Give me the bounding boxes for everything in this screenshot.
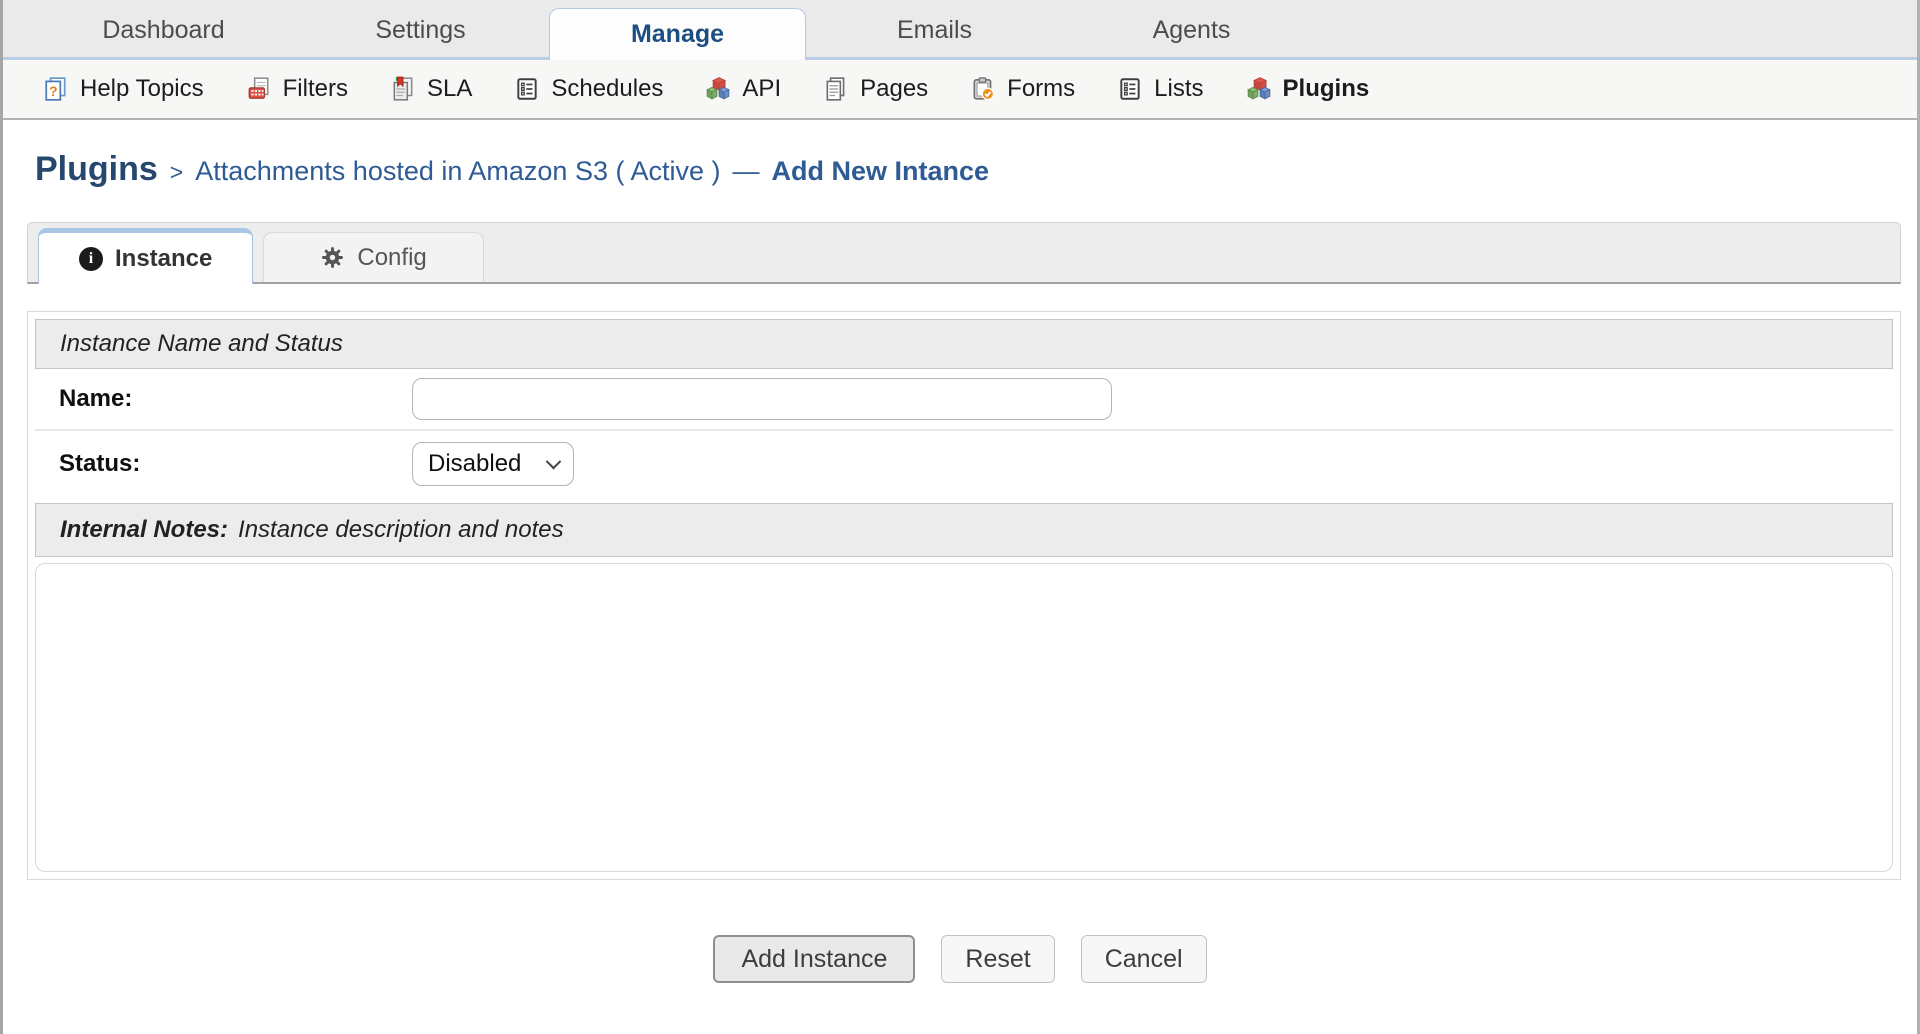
subnav-item-filters[interactable]: Filters xyxy=(246,75,348,103)
subnav-label: SLA xyxy=(427,75,472,103)
breadcrumb-dash: — xyxy=(733,156,760,187)
help-topics-icon: ? xyxy=(43,76,69,102)
subnav-item-plugins[interactable]: Plugins xyxy=(1246,75,1370,103)
subnav-label: Schedules xyxy=(551,75,663,103)
info-icon: i xyxy=(79,247,103,271)
subnav-item-api[interactable]: API xyxy=(705,75,781,103)
gear-icon xyxy=(320,245,345,270)
breadcrumb-section-link[interactable]: Plugins xyxy=(35,150,158,189)
tab-settings[interactable]: Settings xyxy=(292,0,549,60)
status-row: Status: Disabled xyxy=(35,431,1893,497)
internal-notes-textarea[interactable] xyxy=(35,563,1893,872)
status-select[interactable]: Disabled xyxy=(412,442,574,486)
subnav-item-sla[interactable]: SLA xyxy=(390,75,472,103)
form-actions: Add Instance Reset Cancel xyxy=(3,935,1917,983)
name-input[interactable] xyxy=(412,378,1112,420)
breadcrumb: Plugins > Attachments hosted in Amazon S… xyxy=(35,150,1917,196)
chevron-down-icon xyxy=(546,453,562,469)
tab-instance-label: Instance xyxy=(115,245,212,273)
subnav-label: Help Topics xyxy=(80,75,204,103)
tab-dashboard[interactable]: Dashboard xyxy=(35,0,292,60)
forms-icon xyxy=(970,76,996,102)
reset-button[interactable]: Reset xyxy=(941,935,1054,983)
subnav-label: Plugins xyxy=(1283,75,1370,103)
subnav-item-schedules[interactable]: Schedules xyxy=(514,75,663,103)
subnav-label: Lists xyxy=(1154,75,1203,103)
instance-form: Instance Name and Status Name: Status: D… xyxy=(27,311,1901,880)
tab-config-label: Config xyxy=(357,244,426,272)
plugins-icon xyxy=(1246,76,1272,102)
section-title: Instance Name and Status xyxy=(60,330,343,358)
add-instance-button[interactable]: Add Instance xyxy=(713,935,915,983)
status-label: Status: xyxy=(35,450,412,478)
subnav-item-lists[interactable]: Lists xyxy=(1117,75,1203,103)
sub-nav: ? Help Topics Filters xyxy=(3,60,1917,120)
status-select-value: Disabled xyxy=(428,450,521,478)
tab-instance[interactable]: i Instance xyxy=(38,228,253,284)
subnav-label: Pages xyxy=(860,75,928,103)
admin-page: Dashboard Settings Manage Emails Agents … xyxy=(0,0,1920,1034)
filters-icon xyxy=(246,76,272,102)
svg-text:?: ? xyxy=(49,83,58,99)
lists-icon xyxy=(1117,76,1143,102)
breadcrumb-separator: > xyxy=(170,159,183,186)
content-tab-strip: i Instance Config xyxy=(27,222,1901,284)
name-label: Name: xyxy=(35,385,412,413)
main-nav: Dashboard Settings Manage Emails Agents xyxy=(3,0,1917,60)
name-row: Name: xyxy=(35,369,1893,431)
subnav-label: Forms xyxy=(1007,75,1075,103)
section-header-name-status: Instance Name and Status xyxy=(35,319,1893,369)
subnav-item-help-topics[interactable]: ? Help Topics xyxy=(43,75,204,103)
api-icon xyxy=(705,76,731,102)
cancel-button[interactable]: Cancel xyxy=(1081,935,1207,983)
notes-label: Internal Notes: xyxy=(60,516,228,544)
page-title: Add New Intance xyxy=(772,156,990,187)
pages-icon xyxy=(823,76,849,102)
notes-hint: Instance description and notes xyxy=(238,516,564,544)
subnav-item-pages[interactable]: Pages xyxy=(823,75,928,103)
tab-agents[interactable]: Agents xyxy=(1063,0,1320,60)
tab-emails[interactable]: Emails xyxy=(806,0,1063,60)
sla-icon xyxy=(390,76,416,102)
tab-config[interactable]: Config xyxy=(263,232,483,282)
tab-manage[interactable]: Manage xyxy=(549,8,806,60)
subnav-label: Filters xyxy=(283,75,348,103)
section-header-internal-notes: Internal Notes: Instance description and… xyxy=(35,503,1893,557)
subnav-label: API xyxy=(742,75,781,103)
breadcrumb-plugin-name: Attachments hosted in Amazon S3 ( Active… xyxy=(195,156,720,187)
schedules-icon xyxy=(514,76,540,102)
subnav-item-forms[interactable]: Forms xyxy=(970,75,1075,103)
